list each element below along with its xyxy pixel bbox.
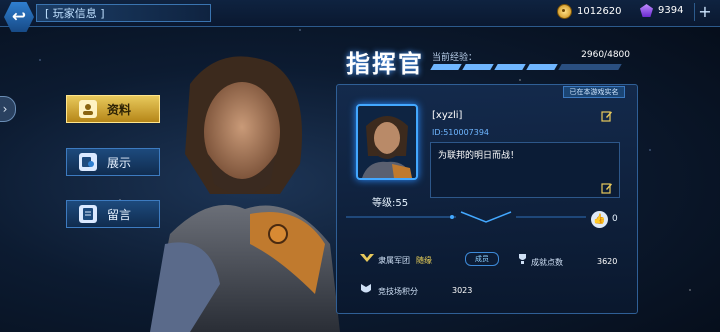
coin-icon	[557, 4, 572, 19]
sidebar-item-message[interactable]: 留言	[66, 200, 160, 228]
legion-name[interactable]: 随缘	[416, 255, 432, 266]
plus-icon: +	[698, 2, 712, 21]
commander-portrait	[150, 56, 340, 332]
showcase-icon	[79, 153, 97, 171]
sidebar-item-showcase[interactable]: 展示	[66, 148, 160, 176]
sidebar-item-profile[interactable]: 资料	[66, 95, 160, 123]
arena-icon	[361, 284, 371, 293]
decorative-wing-bar	[346, 211, 586, 223]
gem-icon	[640, 4, 653, 17]
verified-badge: 已在本游戏实名	[563, 86, 625, 98]
exp-value: 2960/4800	[581, 50, 630, 60]
exp-segment-empty	[558, 64, 622, 70]
commander-title: 指挥官	[346, 50, 424, 78]
legion-rank-badge: 成员	[465, 252, 499, 266]
message-icon	[79, 205, 97, 223]
edit-name-icon[interactable]	[601, 110, 613, 122]
player-name: [xyzli]	[432, 110, 463, 121]
arena-label: 竞技场积分	[378, 287, 418, 296]
signature-text: 为联邦的明日而战！	[438, 151, 520, 161]
exp-segment	[494, 64, 526, 70]
player-id: ID:510007394	[432, 128, 490, 137]
gem-display: 9394	[640, 4, 683, 17]
gold-amount: 1012620	[577, 6, 622, 17]
legion-label: 隶属军团	[378, 256, 410, 265]
add-currency-button[interactable]: +	[694, 3, 715, 21]
trophy-icon	[519, 254, 526, 264]
exp-segment	[462, 64, 494, 70]
sidebar-item-label: 资料	[107, 102, 132, 117]
profile-icon	[79, 100, 97, 118]
exp-label: 当前经验：	[432, 53, 478, 63]
edit-signature-icon[interactable]	[601, 182, 613, 194]
avatar-portrait	[362, 116, 412, 178]
achievement-label: 成就点数	[531, 258, 563, 267]
like-button[interactable]: 👍	[591, 211, 608, 228]
exp-segment	[430, 64, 462, 70]
gem-amount: 9394	[658, 5, 684, 16]
sidebar-item-label: 展示	[107, 155, 132, 170]
exp-progress-bar	[430, 64, 630, 70]
like-count: 0	[612, 214, 618, 224]
achievement-value: 3620	[597, 257, 618, 266]
thumbs-up-icon: 👍	[593, 214, 606, 225]
exp-segment	[526, 64, 558, 70]
gold-display: 1012620	[557, 4, 622, 19]
level-label: 等级:55	[372, 198, 409, 209]
sidebar-item-label: 留言	[107, 207, 132, 222]
back-icon: ↩	[11, 7, 27, 27]
expand-left-button[interactable]: ›	[0, 96, 16, 122]
avatar[interactable]	[356, 104, 418, 180]
arena-value: 3023	[452, 286, 473, 295]
chevron-right-icon: ›	[2, 102, 8, 116]
legion-icon	[360, 254, 374, 262]
page-title: [ 玩家信息 ]	[36, 4, 211, 22]
